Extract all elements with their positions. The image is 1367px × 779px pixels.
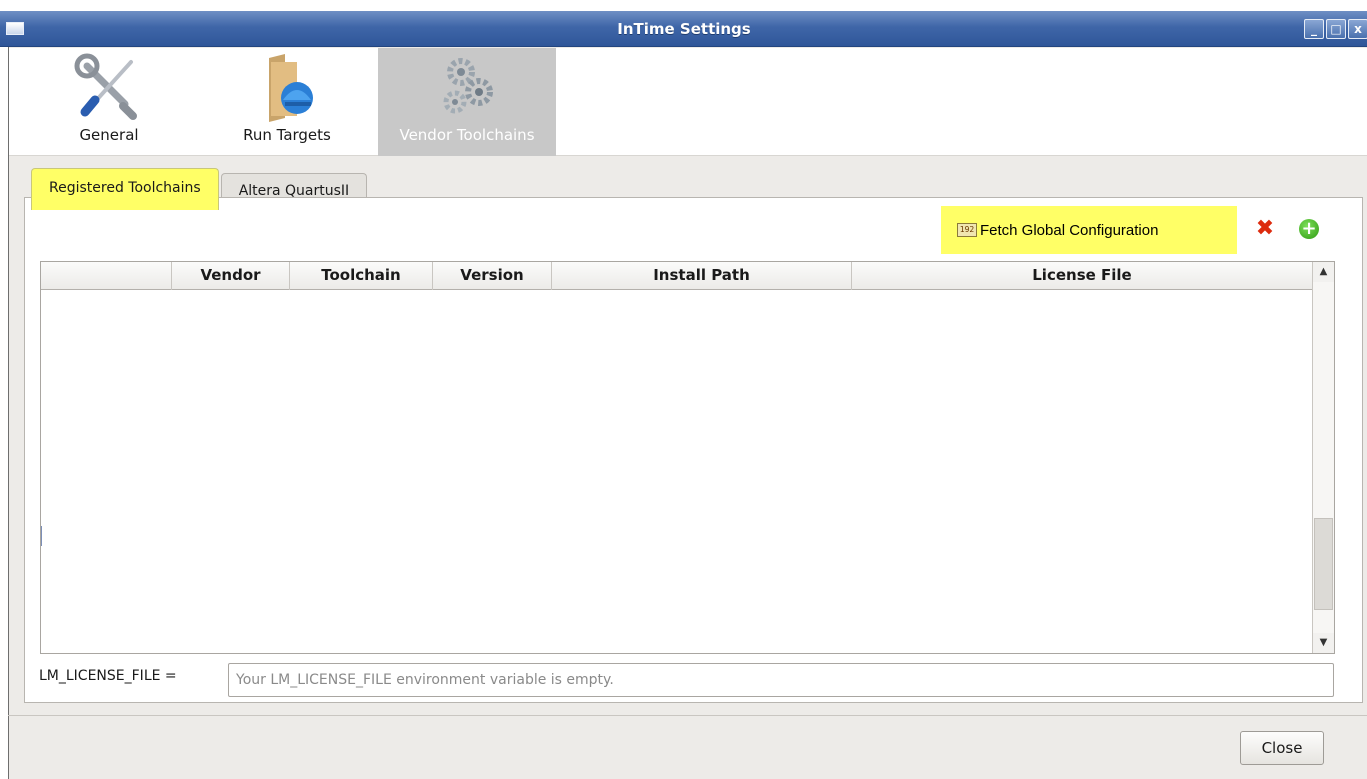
close-window-button[interactable]: x [1348, 19, 1367, 39]
fetch-global-configuration-button[interactable]: 192 Fetch Global Configuration [941, 206, 1237, 254]
maximize-button[interactable]: □ [1326, 19, 1346, 39]
lm-license-file-input[interactable] [228, 663, 1334, 697]
network-config-icon: 192 [957, 223, 977, 237]
scroll-thumb[interactable] [1314, 518, 1333, 610]
add-icon[interactable]: + [1299, 219, 1319, 239]
column-header-install-path[interactable]: Install Path [552, 262, 852, 290]
registered-toolchains-panel: 192 Fetch Global Configuration ✖ + Vendo… [24, 197, 1363, 703]
toolchain-table[interactable]: Vendor Toolchain Version Install Path Li… [40, 261, 1335, 654]
page-general[interactable]: General [63, 48, 155, 156]
page-vendor-toolchains-label: Vendor Toolchains [399, 126, 535, 144]
wrench-screwdriver-icon [74, 53, 137, 120]
delete-icon[interactable]: ✖ [1253, 218, 1277, 242]
column-header-toolchain[interactable]: Toolchain [290, 262, 433, 290]
column-header-license-file[interactable]: License File [852, 262, 1312, 290]
page-vendor-toolchains[interactable]: Vendor Toolchains [378, 48, 556, 156]
column-header-select[interactable] [41, 262, 172, 290]
gears-icon [443, 58, 493, 114]
column-header-version[interactable]: Version [433, 262, 552, 290]
footer-divider [8, 715, 1367, 716]
minimize-button[interactable]: _ [1304, 19, 1324, 39]
column-header-vendor[interactable]: Vendor [172, 262, 290, 290]
close-button[interactable]: Close [1240, 731, 1324, 765]
window-controls: _ □ x [1304, 19, 1367, 39]
page-general-label: General [79, 126, 139, 144]
page-run-targets-label: Run Targets [243, 126, 331, 144]
page-selector: General Run Targets Vendor Toolchains [9, 48, 1367, 156]
scroll-up-icon[interactable]: ▲ [1313, 262, 1334, 282]
page-run-targets[interactable]: Run Targets [225, 48, 349, 156]
scroll-down-icon[interactable]: ▼ [1313, 633, 1334, 653]
fetch-global-configuration-label: Fetch Global Configuration [980, 221, 1159, 239]
tab-registered-toolchains[interactable]: Registered Toolchains [31, 168, 219, 210]
title-bar[interactable]: InTime Settings _ □ x [0, 11, 1367, 47]
folder-globe-icon [269, 54, 313, 122]
lm-license-file-label: LM_LICENSE_FILE = [39, 668, 177, 684]
window-title: InTime Settings [617, 20, 751, 38]
table-vertical-scrollbar[interactable]: ▲ ▼ [1312, 262, 1334, 653]
table-header: Vendor Toolchain Version Install Path Li… [41, 262, 1312, 290]
text-caret [41, 526, 42, 546]
